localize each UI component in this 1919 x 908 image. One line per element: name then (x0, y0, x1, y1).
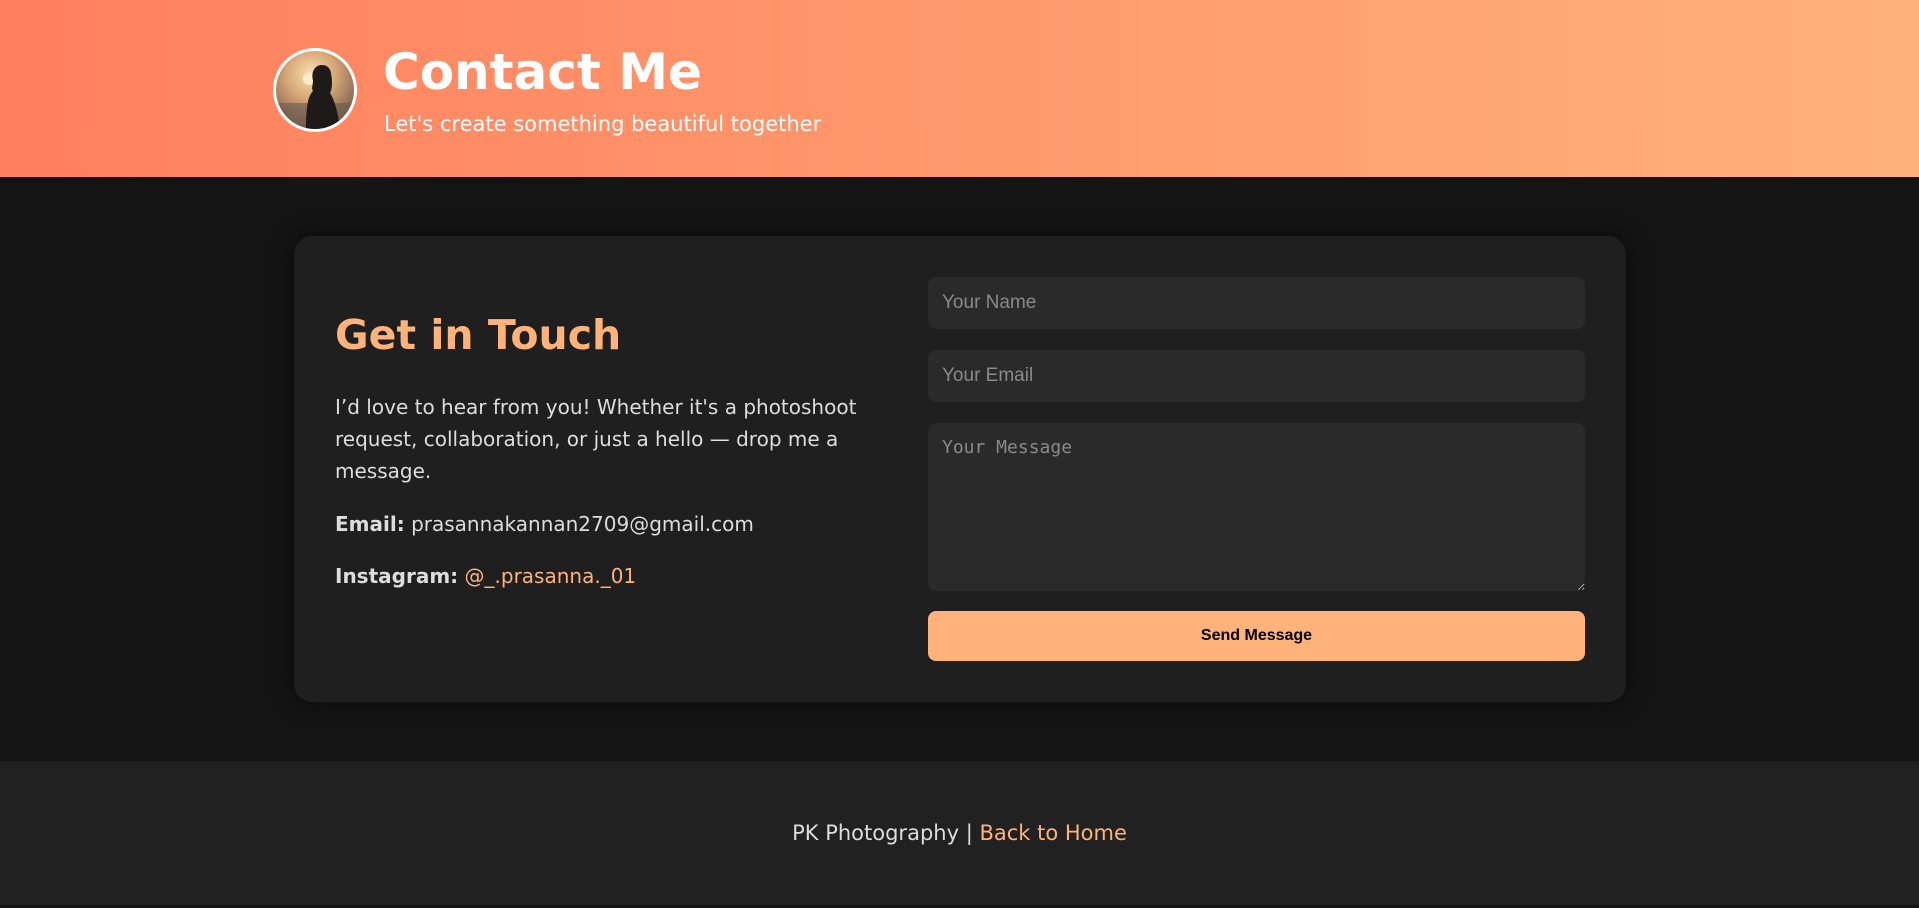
instagram-link[interactable]: @_.prasanna._01 (465, 564, 637, 588)
instagram-detail: Instagram: @_.prasanna._01 (335, 560, 636, 592)
page-header: Contact Me Let's create something beauti… (0, 0, 1919, 177)
footer-separator: | (965, 821, 973, 845)
footer-brand: PK Photography (792, 821, 960, 845)
portrait-silhouette-icon (276, 65, 354, 129)
email-detail: Email: prasannakannan2709@gmail.com (335, 508, 754, 540)
message-textarea[interactable] (928, 423, 1585, 591)
email-input[interactable] (928, 350, 1585, 402)
send-message-button[interactable]: Send Message (928, 611, 1585, 661)
name-input[interactable] (928, 277, 1585, 329)
email-label: Email: (335, 512, 405, 536)
contact-heading: Get in Touch (335, 311, 622, 359)
back-to-home-link[interactable]: Back to Home (979, 821, 1126, 845)
email-value: prasannakannan2709@gmail.com (411, 512, 754, 536)
footer-text: PK Photography | Back to Home (0, 818, 1919, 848)
contact-intro: I’d love to hear from you! Whether it's … (335, 395, 857, 483)
page-subtitle: Let's create something beautiful togethe… (384, 112, 822, 136)
instagram-label: Instagram: (335, 564, 459, 588)
page-title: Contact Me (383, 43, 702, 101)
avatar (273, 48, 357, 132)
